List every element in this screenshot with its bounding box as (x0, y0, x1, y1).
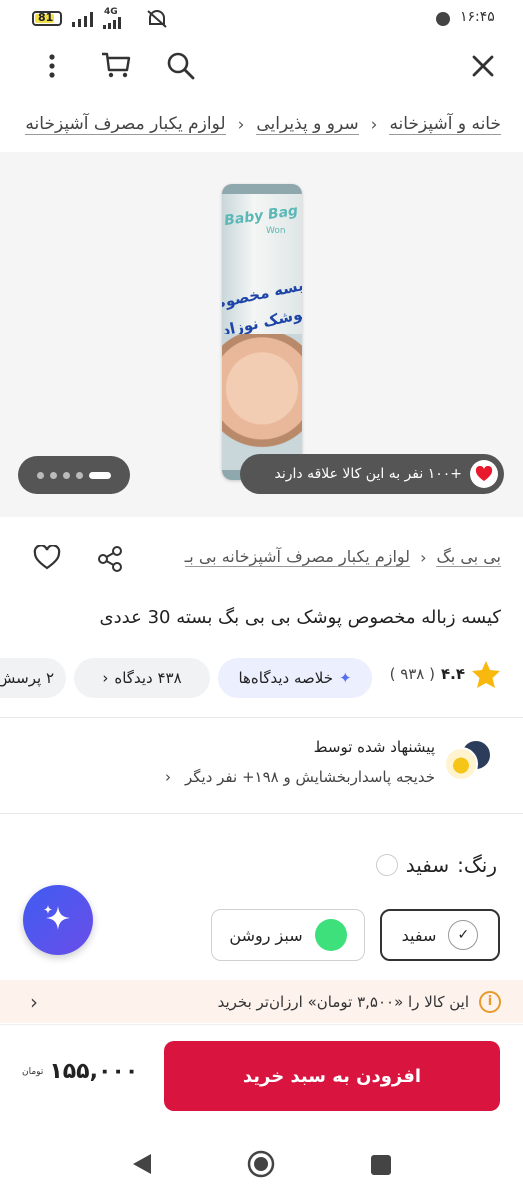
home-icon[interactable] (247, 1150, 275, 1178)
signal-icon (72, 12, 93, 27)
recommend-title: پیشنهاد شده توسط (313, 738, 435, 756)
product-title: کیسه زباله مخصوص پوشک بی بی بگ بسته 30 ع… (99, 607, 501, 628)
divider (0, 717, 523, 718)
star-icon (472, 661, 500, 688)
baby-photo (222, 334, 302, 470)
product-gallery[interactable]: Baby Bag Won کیسه مخصوص پوشک نوزاد +۱۰۰ … (0, 152, 523, 517)
rating-count: ( ۹۳۸ ) (389, 665, 435, 683)
ai-assistant-button[interactable] (23, 885, 93, 955)
chevron-icon: ‹ (370, 114, 378, 135)
discount-notice[interactable]: i این کالا را «۳,۵۰۰ تومان» ارزان‌تر بخر… (0, 980, 523, 1023)
recommender-avatars (440, 739, 496, 783)
sparkle-icon: ✦ (339, 669, 352, 687)
status-bar: 81 4G ۱۶:۴۵ (0, 0, 523, 38)
notice-text: این کالا را «۳,۵۰۰ تومان» ارزان‌تر بخرید (217, 992, 469, 1011)
heart-icon (470, 460, 498, 488)
notification-icon (436, 12, 450, 26)
avatar (444, 747, 478, 781)
color-swatch-green (314, 919, 347, 951)
price-value: ۱۵۵,۰۰۰ (49, 1059, 139, 1084)
rating[interactable]: ۴.۴ ( ۹۳۸ ) (390, 660, 501, 688)
product-breadcrumb: بی بی بگ ‹ لوازم یکبار مصرف آشپزخانه بی … (161, 547, 501, 567)
add-to-cart-button[interactable]: افزودن به سبد خرید (164, 1041, 500, 1111)
battery-icon: 81 (32, 11, 62, 26)
more-icon[interactable] (40, 53, 64, 79)
likes-text: +۱۰۰ نفر به این کالا علاقه دارند (274, 466, 463, 482)
package-brand-sub: Won (266, 226, 286, 236)
divider (0, 813, 523, 814)
product-image: Baby Bag Won کیسه مخصوص پوشک نوزاد (222, 184, 302, 480)
chevron-icon: ‹ (237, 114, 245, 135)
close-icon[interactable] (470, 53, 496, 79)
gallery-dots[interactable] (18, 456, 130, 494)
search-icon[interactable] (166, 51, 196, 81)
buy-bar: افزودن به سبد خرید تومان ۱۵۵,۰۰۰ (0, 1024, 523, 1128)
chevron-icon: ‹ (420, 547, 427, 567)
package-brand: Baby Bag (223, 202, 300, 230)
color-option-white[interactable]: ✓ سفید (380, 909, 500, 961)
breadcrumb-disposables[interactable]: لوازم یکبار مصرف آشپزخانه (25, 114, 226, 135)
color-dot (375, 854, 398, 876)
breadcrumb: خانه و آشپزخانه ‹ سرو و پذیرایی ‹ لوازم … (0, 106, 523, 146)
selected-color: سفید (405, 853, 450, 877)
chevron-left-icon: ‹ (102, 669, 109, 687)
network-type: 4G (104, 7, 118, 17)
breadcrumb-serving[interactable]: سرو و پذیرایی (256, 114, 359, 135)
system-nav-bar (0, 1130, 523, 1200)
color-label: رنگ: (457, 853, 497, 877)
rating-value: ۴.۴ (440, 665, 465, 683)
review-summary-pill[interactable]: ✦ خلاصه دیدگاه‌ها (218, 658, 372, 698)
questions-pill[interactable]: ۲ پرسش (0, 658, 66, 698)
brand-link[interactable]: بی بی بگ (436, 547, 501, 567)
breadcrumb-home-kitchen[interactable]: خانه و آشپزخانه (389, 114, 501, 135)
clock: ۱۶:۴۵ (460, 9, 495, 25)
info-icon: i (479, 990, 501, 1013)
share-icon[interactable] (96, 545, 124, 573)
recommend-names[interactable]: خدیجه پاسداربخشایش و ۱۹۸+ نفر دیگر ‹ (165, 768, 435, 786)
sparkle-icon (44, 905, 70, 930)
color-label-row: رنگ: سفید (375, 853, 497, 877)
chevron-left-icon: ‹ (164, 768, 171, 786)
price: تومان ۱۵۵,۰۰۰ (22, 1059, 138, 1084)
currency: تومان (22, 1066, 44, 1077)
color-option-light-green[interactable]: سبز روشن (211, 909, 365, 961)
signal-icon-2 (103, 17, 121, 29)
top-bar (0, 38, 523, 94)
likes-badge: +۱۰۰ نفر به این کالا علاقه دارند (240, 454, 504, 494)
check-icon: ✓ (448, 920, 479, 950)
cart-icon[interactable] (100, 50, 132, 80)
back-icon[interactable] (131, 1152, 153, 1176)
heart-outline-icon[interactable] (33, 545, 61, 571)
recents-icon[interactable] (370, 1154, 392, 1176)
chevron-left-icon: ‹ (30, 989, 38, 1014)
mute-icon (147, 10, 167, 28)
category-link[interactable]: لوازم یکبار مصرف آشپزخانه بی بـ (184, 547, 411, 567)
reviews-pill[interactable]: ۴۳۸ دیدگاه ‹ (74, 658, 210, 698)
